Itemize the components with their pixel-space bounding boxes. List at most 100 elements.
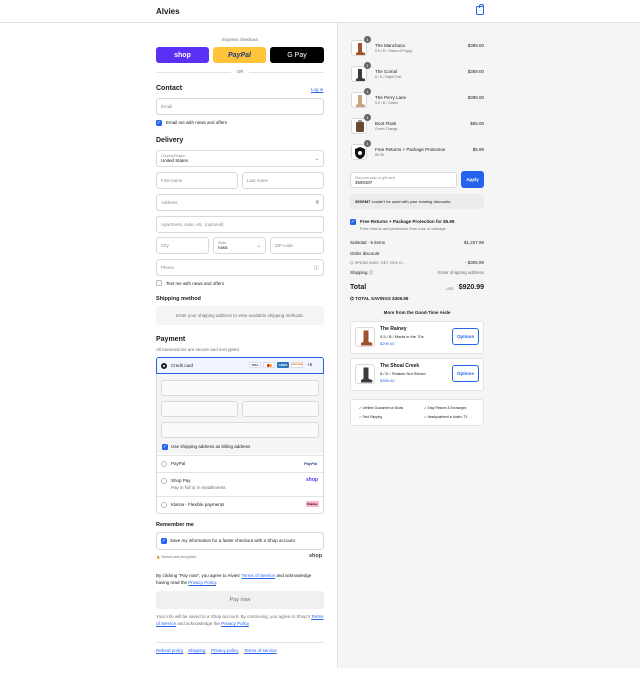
- country-select[interactable]: Country/Region United States ⌄: [156, 150, 324, 167]
- privacy-link[interactable]: Privacy policy: [211, 648, 239, 653]
- help-icon[interactable]: ⓘ: [369, 270, 374, 275]
- visa-icon: VISA: [249, 362, 261, 368]
- state-value: Iowa: [218, 245, 228, 250]
- shipping-method-note: Enter your shipping address to view avai…: [156, 306, 324, 325]
- shop-privacy-link[interactable]: Privacy Policy: [221, 621, 249, 626]
- perk-text: Fast Shipping: [362, 415, 383, 419]
- credit-card-label: Credit card: [171, 363, 194, 368]
- news-checkbox[interactable]: ✓: [156, 120, 162, 126]
- terms-of-service-link[interactable]: Terms of Service: [242, 573, 276, 578]
- upsell-options-button[interactable]: Options: [452, 365, 479, 382]
- billing-label: Use shipping address as billing address: [171, 444, 251, 449]
- first-name-field[interactable]: First name: [156, 172, 238, 189]
- shipping-label: Shipping ⓘ: [350, 270, 373, 276]
- protection-checkbox[interactable]: ✓: [350, 219, 356, 225]
- shipping-link[interactable]: Shipping: [188, 648, 206, 653]
- save-info-checkbox[interactable]: ✓: [161, 538, 167, 544]
- security-code-field[interactable]: [242, 401, 319, 417]
- quantity-badge: 1: [364, 62, 371, 69]
- state-select[interactable]: State Iowa ⌄: [213, 237, 266, 254]
- card-number-field[interactable]: [161, 380, 319, 396]
- item-price: $359.00: [467, 69, 484, 74]
- help-icon[interactable]: ⓘ: [314, 264, 319, 271]
- apply-button[interactable]: Apply: [461, 171, 484, 188]
- amex-icon: AMEX: [277, 362, 289, 368]
- news-label: Email me with news and offers: [166, 120, 227, 125]
- upsell-name: The Rainey: [380, 326, 407, 332]
- perk-item: ✔ Lifetime Guarantee on Boots: [359, 406, 403, 410]
- terms-text: By clicking "Pay now", you agree to Alvi…: [156, 573, 324, 586]
- text-label: Text me with news and offers: [166, 281, 224, 286]
- terms-link[interactable]: Terms of service: [244, 648, 277, 653]
- shop-pay-logo: shop: [306, 477, 318, 483]
- zip-placeholder: ZIP code: [275, 243, 293, 248]
- express-checkout-label: Express checkout: [222, 37, 258, 42]
- shipping-label-text: Shipping: [350, 270, 368, 275]
- check-badge-icon: ✔: [359, 415, 362, 419]
- shipping-value: Enter shipping address: [437, 270, 484, 275]
- savings-label: TOTAL SAVINGS: [355, 296, 391, 301]
- divider-right: [249, 72, 324, 73]
- shop-logo: shop: [309, 553, 323, 559]
- address-field[interactable]: Address ⚲: [156, 194, 324, 211]
- paypal-label: PayPal: [228, 51, 251, 59]
- city-field[interactable]: City: [156, 237, 209, 254]
- or-label: OR: [236, 69, 244, 74]
- klarna-radio[interactable]: [161, 502, 167, 508]
- paypal-express-button[interactable]: PayPal: [213, 47, 266, 63]
- apply-label: Apply: [466, 177, 479, 182]
- billing-checkbox[interactable]: ✓: [162, 444, 168, 450]
- google-pay-express-button[interactable]: G Pay: [270, 47, 324, 63]
- shop-pay-express-button[interactable]: shop: [156, 47, 209, 63]
- terms-prefix: By clicking "Pay now", you agree to Alvi…: [156, 573, 241, 578]
- zip-field[interactable]: ZIP code: [270, 237, 324, 254]
- divider: [157, 472, 323, 473]
- expiration-field[interactable]: [161, 401, 238, 417]
- item-name: The Comal: [375, 69, 398, 74]
- city-placeholder: City: [161, 243, 169, 248]
- order-discount-label: Order discount: [350, 251, 380, 256]
- apartment-placeholder: Apartment, suite, etc. (optional): [161, 222, 224, 227]
- brand-logo[interactable]: Alvies: [156, 7, 180, 16]
- login-link[interactable]: Log in: [311, 87, 323, 92]
- name-on-card-field[interactable]: [161, 422, 319, 438]
- upsell-variant: 5.5 / B / Marfa in the 70s: [380, 334, 424, 339]
- last-name-field[interactable]: Last name: [242, 172, 324, 189]
- pay-now-label: Pay now: [229, 597, 251, 603]
- apartment-field[interactable]: Apartment, suite, etc. (optional): [156, 216, 324, 233]
- email-field[interactable]: Email: [156, 98, 324, 115]
- discount-code-field[interactable]: Discount code or gift card 359GM7: [350, 172, 457, 188]
- terms-end: .: [215, 579, 218, 585]
- shield-icon: [355, 147, 365, 159]
- privacy-policy-link[interactable]: Privacy Policy: [188, 580, 216, 585]
- paypal-radio[interactable]: [161, 461, 167, 467]
- chevron-down-icon: ⌄: [256, 242, 261, 249]
- boot-icon: [361, 330, 373, 346]
- last-name-placeholder: Last name: [247, 178, 269, 183]
- shipping-method-title: Shipping method: [156, 296, 201, 302]
- item-price: $399.00: [467, 43, 484, 48]
- upsell-options-button[interactable]: Options: [452, 328, 479, 345]
- shop-pay-radio[interactable]: [161, 478, 167, 484]
- secure-label: 🔒 Secure and encrypted: [156, 555, 196, 559]
- perk-text: Headquartered in Austin, TX: [427, 415, 468, 419]
- shopping-bag-icon[interactable]: [476, 4, 484, 15]
- google-pay-label: G Pay: [287, 51, 307, 59]
- credit-card-radio[interactable]: [161, 363, 167, 369]
- discount-code-value: 359GM7: [355, 179, 373, 185]
- text-checkbox[interactable]: [156, 280, 162, 286]
- savings-value: $306.99: [392, 296, 409, 301]
- refund-policy-link[interactable]: Refund policy: [156, 648, 183, 653]
- discount-error-code: 359GM7: [355, 199, 371, 204]
- discover-icon: DISCOVER: [291, 362, 303, 368]
- secure-text: Secure and encrypted: [161, 555, 196, 559]
- shop-pay-sub-label: Pay in full or in installments: [171, 485, 226, 490]
- item-name: Free Returns + Package Protection: [375, 147, 446, 152]
- shop-notice-middle: and acknowledge the: [177, 620, 220, 626]
- pay-now-button[interactable]: Pay now: [156, 591, 324, 609]
- quantity-badge: 1: [364, 36, 371, 43]
- boot-icon: [356, 43, 365, 55]
- remember-me-title: Remember me: [156, 522, 194, 528]
- boot-icon: [361, 367, 373, 383]
- phone-field[interactable]: Phone ⓘ: [156, 259, 324, 276]
